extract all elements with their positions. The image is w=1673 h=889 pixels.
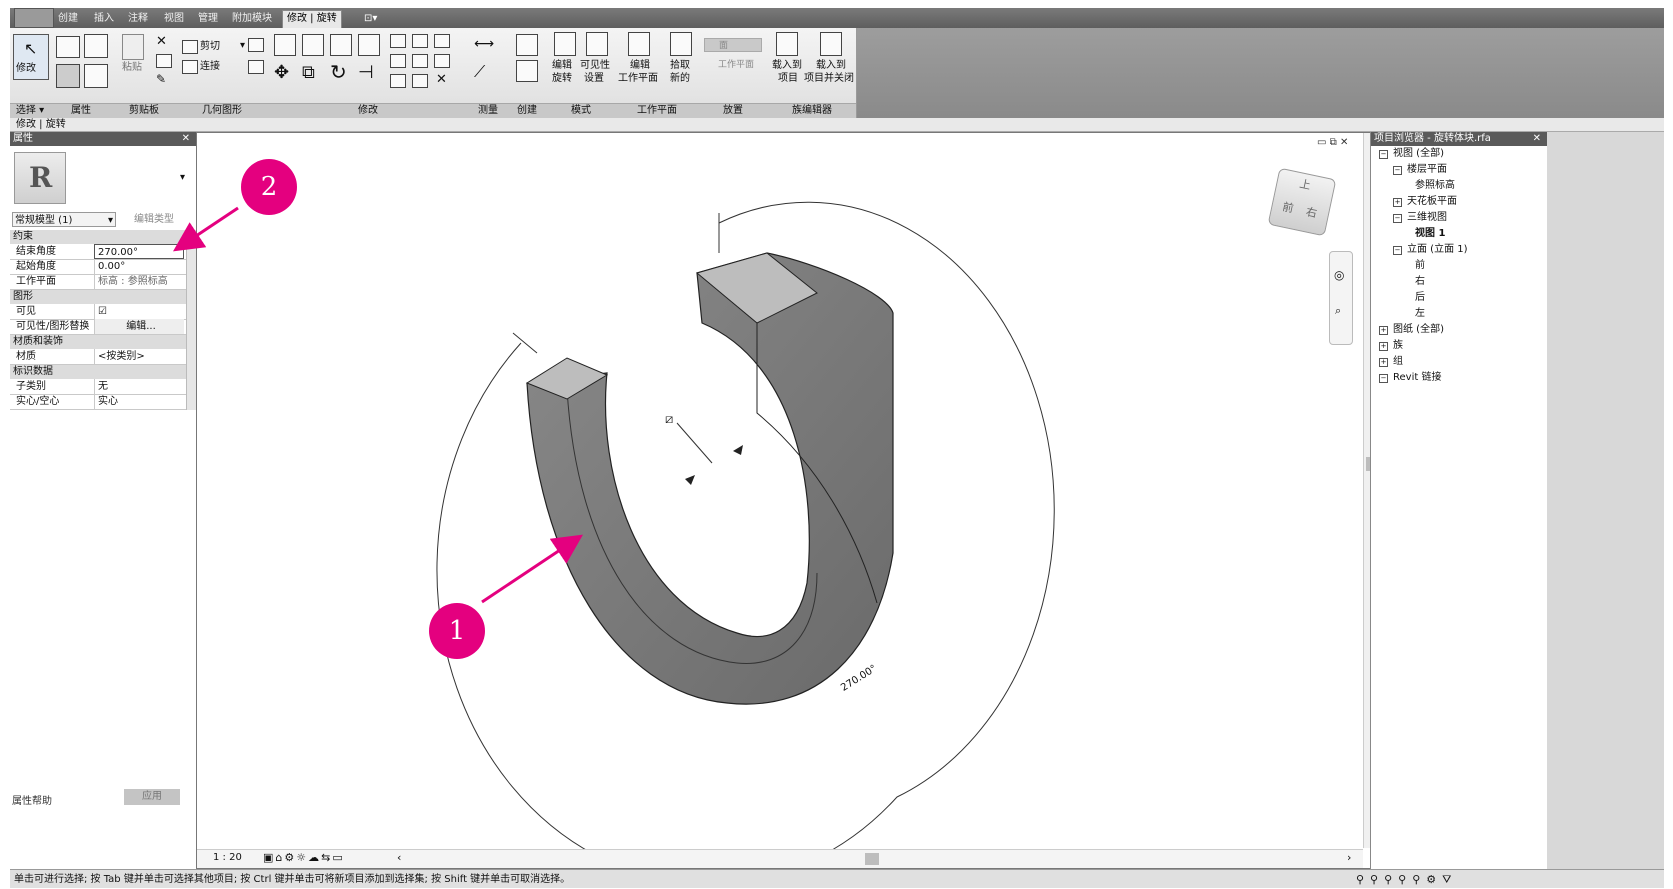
expand-toggle-icon[interactable]: + <box>1379 358 1388 367</box>
browser-item-label: 视图 1 <box>1415 228 1446 239</box>
status-bar: 单击可进行选择; 按 Tab 键并单击可选择其他项目; 按 Ctrl 键并单击可… <box>10 869 1664 888</box>
browser-item-label: 组 <box>1393 356 1403 367</box>
browser-item[interactable]: 右 <box>1407 276 1425 288</box>
close-icon[interactable]: ✕ <box>1533 132 1541 146</box>
browser-item-label: 参照标高 <box>1415 180 1455 191</box>
browser-item[interactable]: − 视图 (全部) <box>1379 148 1444 160</box>
expand-toggle-icon[interactable]: − <box>1393 246 1402 255</box>
browser-item[interactable]: + 族 <box>1379 340 1403 352</box>
status-text: 单击可进行选择; 按 Tab 键并单击可选择其他项目; 按 Ctrl 键并单击可… <box>14 874 571 885</box>
expand-toggle-icon[interactable]: + <box>1379 342 1388 351</box>
browser-item-label: 楼层平面 <box>1407 164 1447 175</box>
browser-item-label: 族 <box>1393 340 1403 351</box>
browser-item[interactable]: − 三维视图 <box>1393 212 1447 224</box>
browser-item[interactable]: 视图 1 <box>1407 228 1445 240</box>
browser-item[interactable]: 后 <box>1407 292 1425 304</box>
browser-item[interactable]: 参照标高 <box>1407 180 1455 192</box>
revit-window: 创建 插入 注释 视图 管理 附加模块 修改 | 旋转 ⊡▾ ↖ 修改 选择 ▾ … <box>10 8 1664 888</box>
expand-toggle-icon[interactable]: − <box>1393 214 1402 223</box>
browser-item-label: 后 <box>1415 292 1425 303</box>
browser-item-label: 右 <box>1415 276 1425 287</box>
browser-item-label: 三维视图 <box>1407 212 1447 223</box>
browser-item-label: 天花板平面 <box>1407 196 1457 207</box>
callout-2-arrow <box>173 206 239 252</box>
browser-item-label: 图纸 (全部) <box>1393 324 1444 335</box>
browser-item[interactable]: 左 <box>1407 308 1425 320</box>
expand-toggle-icon[interactable]: − <box>1379 150 1388 159</box>
browser-item-label: 前 <box>1415 260 1425 271</box>
callout-1-arrow <box>481 534 583 604</box>
browser-item[interactable]: − 楼层平面 <box>1393 164 1447 176</box>
project-browser-title: 项目浏览器 - 旋转体块.rfa <box>1374 133 1491 144</box>
project-browser-header: 项目浏览器 - 旋转体块.rfa ✕ <box>1371 132 1547 146</box>
browser-tree: − 视图 (全部) − 楼层平面 参照标高 + 天花板平面 − 三维视图 视图 1− 立面 (立面 … <box>1371 148 1547 408</box>
browser-item-label: 立面 (立面 1) <box>1407 244 1468 255</box>
browser-item-label: Revit 链接 <box>1393 372 1442 383</box>
browser-item[interactable]: + 天花板平面 <box>1393 196 1457 208</box>
expand-toggle-icon[interactable]: + <box>1393 198 1402 207</box>
browser-item[interactable]: − Revit 链接 <box>1379 372 1441 384</box>
project-browser: 项目浏览器 - 旋转体块.rfa ✕ − 视图 (全部) − 楼层平面 参照标高 + 天花板平… <box>1370 132 1547 869</box>
browser-item[interactable]: 前 <box>1407 260 1425 272</box>
selection-filter-icons[interactable]: ⚲⚲⚲⚲⚲⚙⛛ <box>1356 870 1457 889</box>
browser-item[interactable]: + 图纸 (全部) <box>1379 324 1444 336</box>
browser-item-label: 左 <box>1415 308 1425 319</box>
browser-item[interactable]: + 组 <box>1379 356 1403 368</box>
expand-toggle-icon[interactable]: + <box>1379 326 1388 335</box>
browser-item-label: 视图 (全部) <box>1393 148 1444 159</box>
expand-toggle-icon[interactable]: − <box>1393 166 1402 175</box>
expand-toggle-icon[interactable]: − <box>1379 374 1388 383</box>
browser-item[interactable]: − 立面 (立面 1) <box>1393 244 1468 256</box>
